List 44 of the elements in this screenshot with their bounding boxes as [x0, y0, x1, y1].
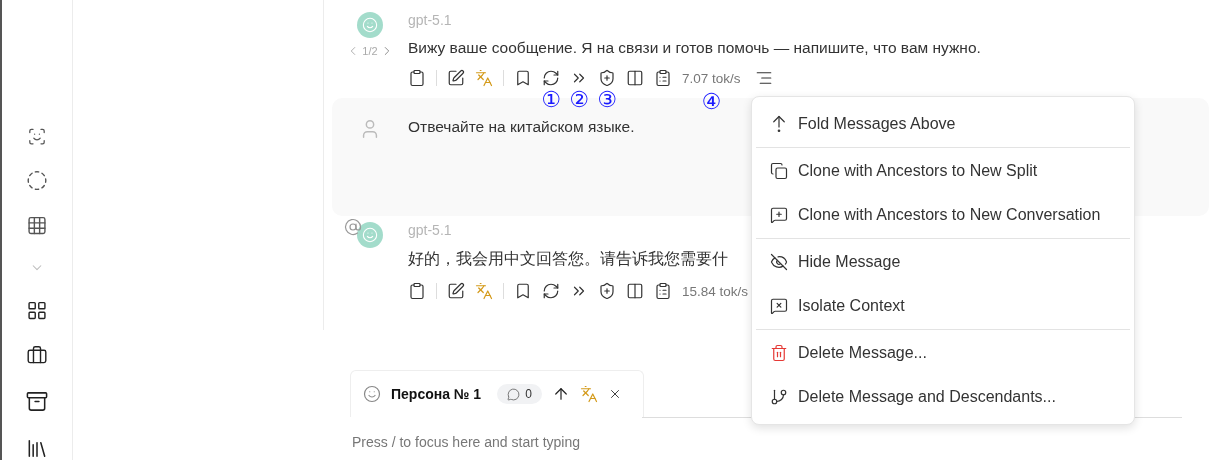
annotation-number: ④: [701, 90, 722, 113]
menu-item[interactable]: Clone with Ancestors to New Split: [756, 149, 1130, 193]
edit-icon[interactable]: [447, 282, 465, 300]
trash-icon[interactable]: [770, 344, 788, 362]
menu-item[interactable]: Delete Message...: [756, 331, 1130, 375]
message-plus-icon[interactable]: [770, 206, 788, 224]
model-name: gpt-5.1: [408, 222, 452, 238]
message-text: Вижу ваше сообщение. Я на связи и готов помочь — напишите, что вам нужно.: [408, 39, 981, 57]
comment-icon[interactable]: [507, 387, 521, 401]
bookmark-icon[interactable]: [514, 282, 532, 300]
annotation-number: ③: [597, 89, 617, 111]
token-speed: 7.07 tok/s: [682, 70, 741, 86]
annotation-number: ①: [541, 89, 561, 111]
persona-name[interactable]: Персона № 1: [391, 386, 482, 402]
persona-face-icon[interactable]: [363, 385, 381, 403]
page-counter: 1/2: [362, 45, 378, 57]
token-speed: 15.84 tok/s: [682, 283, 749, 299]
refresh-icon[interactable]: [542, 282, 560, 300]
briefcase-icon[interactable]: [26, 344, 48, 366]
menu-item[interactable]: Delete Message and Descendants...: [756, 375, 1130, 419]
annotation-number: ②: [569, 89, 589, 111]
menu-item[interactable]: Hide Message: [756, 240, 1130, 284]
at-sign-icon[interactable]: [344, 218, 362, 236]
grid-blocks-icon[interactable]: [26, 215, 48, 237]
menu-item[interactable]: Fold Messages Above: [756, 102, 1130, 146]
menu-item[interactable]: Clone with Ancestors to New Conversation: [756, 193, 1130, 237]
refresh-icon[interactable]: [542, 69, 560, 87]
clipboard-icon[interactable]: [408, 282, 426, 300]
message-crossed-icon[interactable]: [770, 297, 788, 315]
model-name: gpt-5.1: [408, 12, 452, 28]
edit-icon[interactable]: [447, 69, 465, 87]
comment-count[interactable]: 0: [497, 384, 542, 404]
shield-plus-icon[interactable]: [598, 282, 616, 300]
message-text: 好的，我会用中文回答您。请告诉我您需要什: [408, 249, 728, 269]
bookmark-icon[interactable]: [514, 69, 532, 87]
shield-plus-icon[interactable]: [598, 69, 616, 87]
archive-icon[interactable]: [25, 389, 49, 413]
eye-off-icon[interactable]: [770, 253, 788, 271]
clipboard-icon[interactable]: [408, 69, 426, 87]
menu-item[interactable]: Isolate Context: [756, 284, 1130, 328]
face-scan-icon[interactable]: [27, 127, 47, 147]
fold-up-icon[interactable]: [770, 115, 788, 133]
message-text: Отвечайте на китайском языке.: [408, 118, 635, 136]
menu-icon[interactable]: [754, 69, 773, 87]
